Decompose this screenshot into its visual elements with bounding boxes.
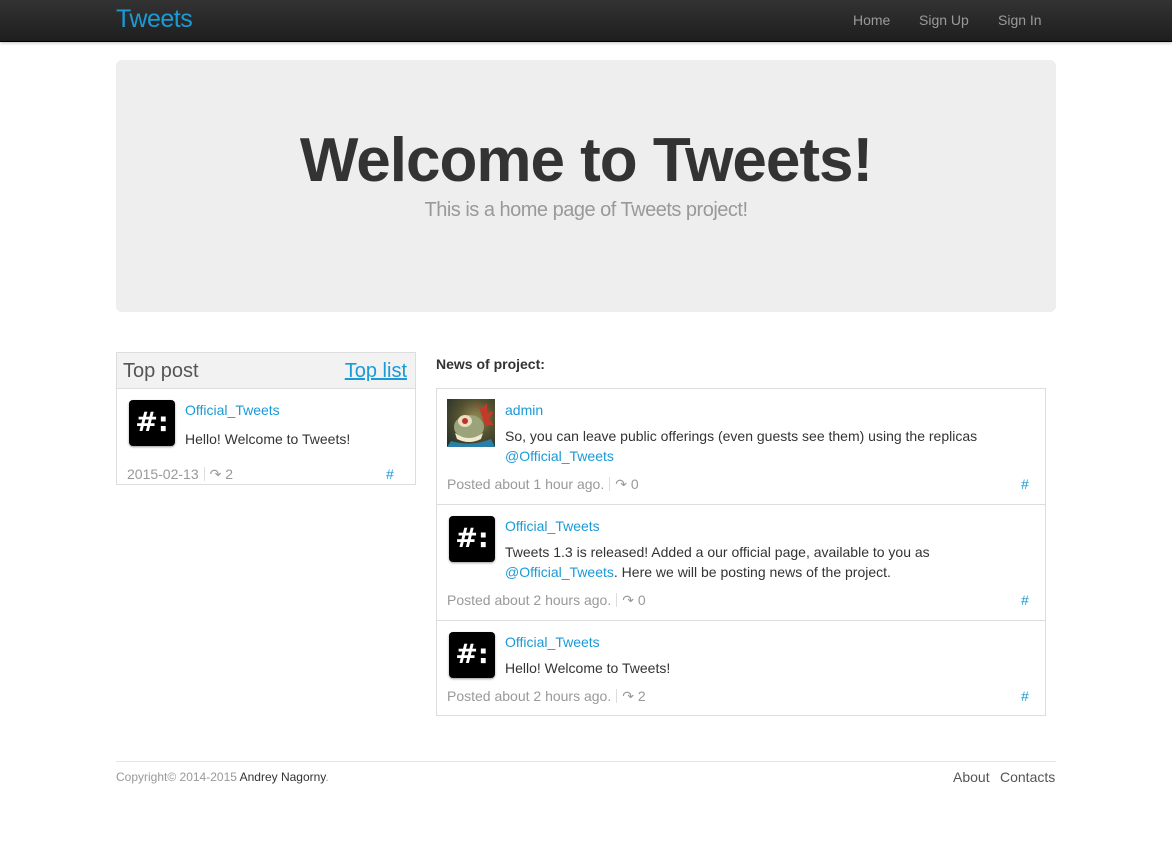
- meta-divider: [616, 593, 618, 607]
- news-message-text: So, you can leave public offerings (even…: [505, 428, 978, 444]
- mention-link[interactable]: @Official_Tweets: [505, 564, 614, 580]
- top-post-retweet-count[interactable]: ↷ 2: [210, 466, 233, 482]
- news-message-text: Tweets 1.3 is released! Added a our offi…: [505, 544, 930, 560]
- news-item: #: Official_Tweets Hello! Welcome to Twe…: [436, 620, 1046, 716]
- top-post-title: Top post: [123, 360, 199, 382]
- official-tweets-avatar[interactable]: #:: [129, 400, 175, 446]
- nav-sign-up-link[interactable]: Sign Up: [919, 12, 969, 28]
- footer-contacts-link[interactable]: Contacts: [1000, 769, 1055, 785]
- retweet-count[interactable]: ↷ 0: [622, 592, 645, 608]
- hero-banner: Welcome to Tweets! This is a home page o…: [116, 60, 1056, 312]
- news-message: So, you can leave public offerings (even…: [505, 426, 1035, 466]
- top-post-date: 2015-02-13: [127, 466, 199, 482]
- news-permalink[interactable]: #: [1021, 592, 1029, 608]
- news-permalink[interactable]: #: [1021, 476, 1029, 492]
- top-post-message: Hello! Welcome to Tweets!: [185, 431, 351, 447]
- news-author-link[interactable]: Official_Tweets: [505, 634, 600, 650]
- retweet-count[interactable]: ↷ 2: [622, 688, 645, 704]
- top-navbar: Tweets Home Sign Up Sign In: [0, 0, 1172, 42]
- meta-divider: [203, 467, 205, 481]
- top-post-meta: 2015-02-13 ↷ 2: [127, 466, 233, 483]
- hero-title: Welcome to Tweets!: [299, 126, 873, 195]
- retweet-count[interactable]: ↷ 0: [615, 476, 638, 492]
- admin-avatar[interactable]: [447, 399, 495, 447]
- top-post-author-link[interactable]: Official_Tweets: [185, 402, 280, 418]
- meta-divider: [616, 689, 618, 703]
- top-post-permalink[interactable]: #: [386, 466, 394, 482]
- hero-subtitle: This is a home page of Tweets project!: [424, 199, 748, 221]
- copyright-author: Andrey Nagorny: [239, 770, 326, 784]
- posted-time: Posted about 1 hour ago.: [447, 476, 605, 492]
- official-tweets-avatar[interactable]: #:: [449, 632, 495, 678]
- nav-home-link[interactable]: Home: [853, 12, 890, 28]
- official-tweets-avatar[interactable]: #:: [449, 516, 495, 562]
- nav-sign-in-link[interactable]: Sign In: [998, 12, 1042, 28]
- brand-logo-link[interactable]: Tweets: [116, 5, 193, 34]
- news-permalink[interactable]: #: [1021, 688, 1029, 704]
- news-message: Hello! Welcome to Tweets!: [505, 660, 671, 676]
- news-item: admin So, you can leave public offerings…: [436, 388, 1046, 505]
- posted-time: Posted about 2 hours ago.: [447, 688, 612, 704]
- footer-divider: [116, 761, 1056, 762]
- footer-about-link[interactable]: About: [953, 769, 990, 785]
- news-item: #: Official_Tweets Tweets 1.3 is release…: [436, 504, 1046, 621]
- news-message-text: . Here we will be posting news of the pr…: [613, 564, 891, 580]
- mention-link[interactable]: @Official_Tweets: [505, 448, 614, 464]
- news-heading: News of project:: [436, 356, 545, 372]
- top-list-link[interactable]: Top list: [345, 360, 407, 383]
- top-post-header: Top post Top list: [117, 353, 415, 389]
- monster-avatar-icon: [447, 401, 495, 447]
- news-meta: Posted about 2 hours ago. ↷ 0: [447, 592, 646, 609]
- copyright-period: .: [325, 770, 329, 784]
- posted-time: Posted about 2 hours ago.: [447, 592, 612, 608]
- news-author-link[interactable]: admin: [505, 402, 543, 418]
- copyright-prefix: Copyright© 2014-2015: [116, 770, 237, 784]
- news-author-link[interactable]: Official_Tweets: [505, 518, 600, 534]
- news-meta: Posted about 1 hour ago. ↷ 0: [447, 476, 639, 493]
- copyright-text: Copyright© 2014-2015 Andrey Nagorny.: [116, 770, 329, 784]
- top-post-panel: Top post Top list #: Official_Tweets Hel…: [116, 352, 416, 485]
- news-meta: Posted about 2 hours ago. ↷ 2: [447, 688, 646, 705]
- news-message: Tweets 1.3 is released! Added a our offi…: [505, 542, 1035, 582]
- meta-divider: [609, 477, 611, 491]
